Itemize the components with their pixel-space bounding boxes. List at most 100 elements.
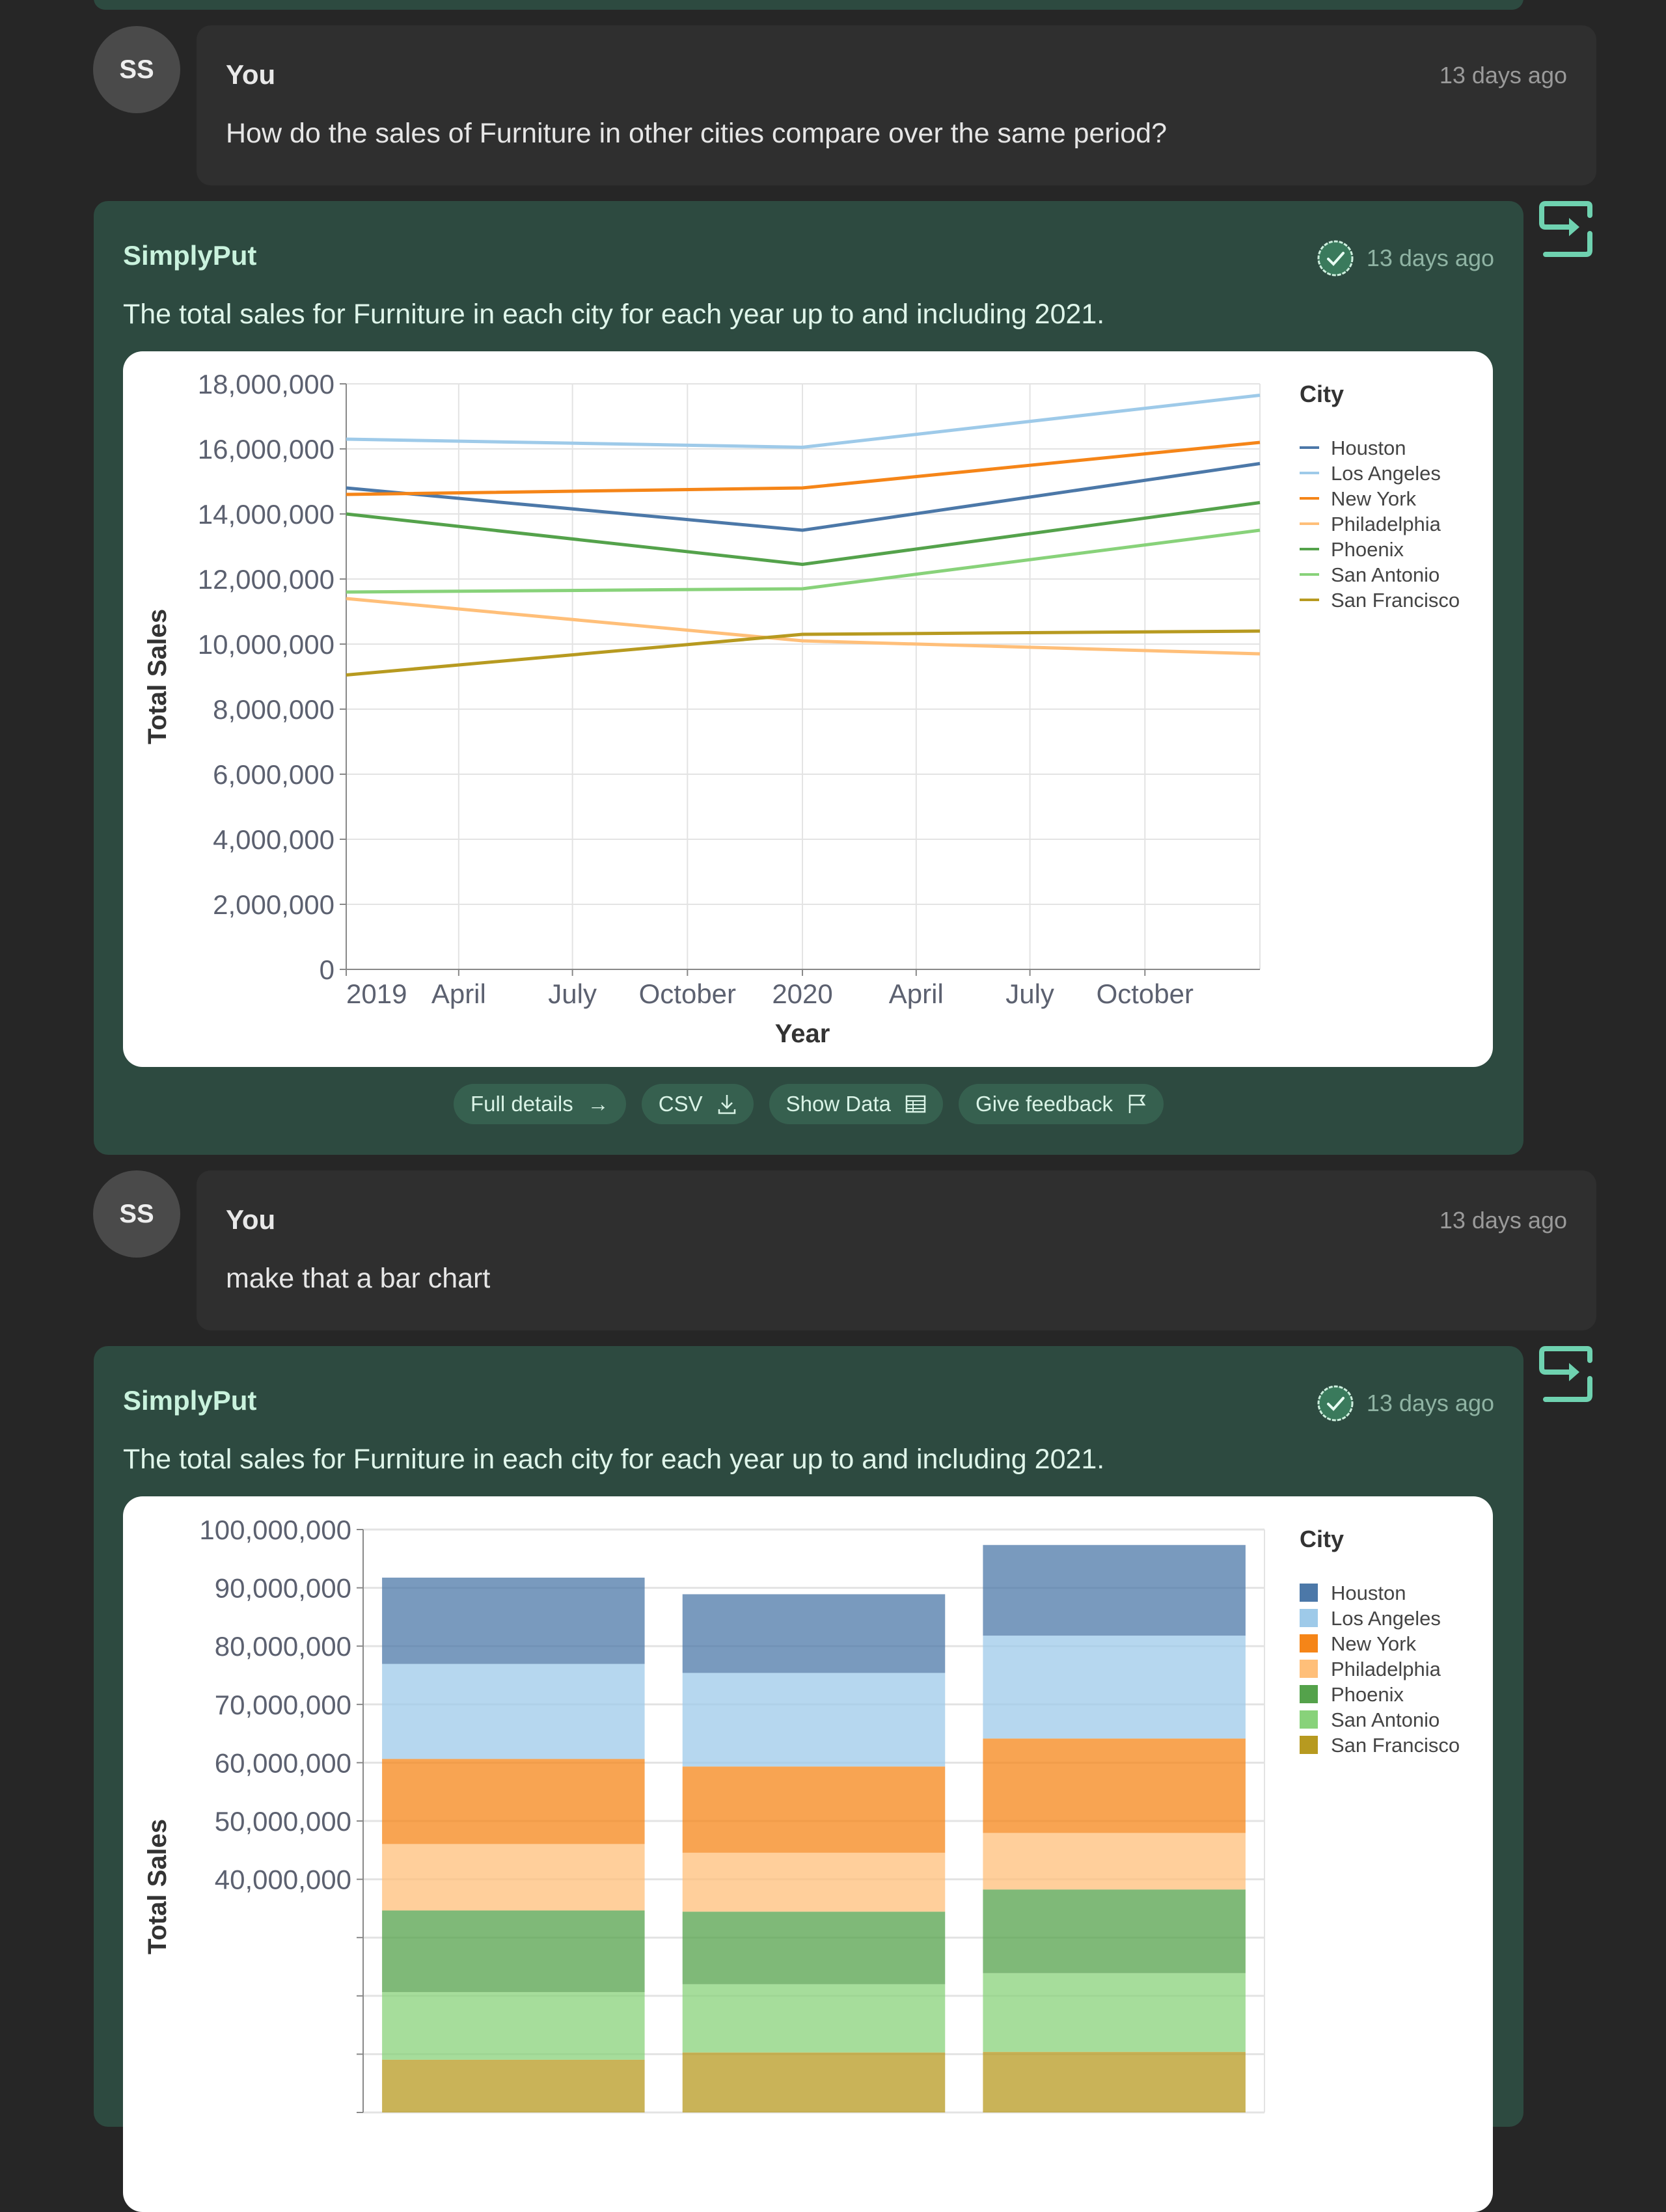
download-icon [718,1095,735,1114]
legend-label: San Antonio [1331,563,1440,586]
legend-symbol [1300,1634,1318,1652]
y-tick-label: 50,000,000 [215,1806,351,1837]
user-message: You 13 days ago How do the sales of Furn… [197,25,1596,185]
y-tick-label: 40,000,000 [215,1865,351,1895]
legend-symbol [1300,1609,1318,1627]
x-tick-label: April [431,978,486,1009]
csv-button[interactable]: CSV [641,1084,754,1124]
arrow-right-icon: → [587,1092,609,1116]
timestamp: 13 days ago [1316,1384,1494,1423]
bar-segment-phoenix [983,1889,1246,1973]
legend-symbol [1300,1736,1318,1754]
y-tick-label: 4,000,000 [213,824,335,855]
x-tick-label: July [1005,978,1054,1009]
check-badge-icon [1317,240,1354,276]
y-tick-label: 60,000,000 [215,1747,351,1778]
export-arrow-icon[interactable] [1539,1346,1594,1402]
y-tick-label: 8,000,000 [213,694,335,725]
legend-label: San Francisco [1331,1734,1460,1757]
timestamp: 13 days ago [1439,62,1567,88]
assistant-message: SimplyPut 13 days ago The total sales fo… [94,201,1523,1155]
y-tick-label: 80,000,000 [215,1631,351,1662]
sender-name: SimplyPut [123,1385,257,1416]
y-tick-label: 14,000,000 [198,499,335,530]
bar-segment-new-york [682,1766,946,1853]
full-details-button[interactable]: Full details → [454,1084,626,1124]
bar-segment-phoenix [382,1910,645,1992]
x-tick-label: 2019 [346,978,407,1009]
y-tick-label: 0 [320,954,335,985]
bar-segment-san-francisco [382,2059,645,2112]
bar-segment-new-york [983,1738,1246,1833]
previous-message-card [94,0,1523,10]
button-label: CSV [658,1092,703,1116]
line-chart: 2019 April July October 2020 April July October… [143,369,1460,1048]
check-badge-icon [1317,1385,1354,1422]
x-axis-label: Year [775,1019,830,1048]
bar-segment-phoenix [682,1911,946,1984]
bar-segment-philadelphia [682,1852,946,1912]
bar-chart: 40,000,000 50,000,000 60,000,000 70,000,000… [143,1515,1460,2114]
button-label: Show Data [785,1092,892,1116]
bar-segment-houston [382,1577,645,1664]
legend-title: City [1300,1526,1344,1552]
bar-segment-san-antonio [682,1984,946,2053]
message-text: The total sales for Furniture in each ci… [123,299,1105,330]
x-tick-label: October [1097,978,1194,1009]
y-tick-label: 16,000,000 [198,434,335,465]
legend-label: Los Angeles [1331,462,1441,485]
y-tick-label: 100,000,000 [199,1515,351,1545]
y-tick-label: 90,000,000 [215,1573,351,1604]
bar-segment-los-angeles [983,1636,1246,1739]
y-tick-label: 6,000,000 [213,759,335,790]
legend-symbol [1300,1584,1318,1602]
bar-segment-houston [983,1544,1246,1636]
bar-segment-san-francisco [983,2051,1246,2112]
x-tick-label: April [889,978,944,1009]
legend-symbol [1300,1710,1318,1729]
bar-segment-los-angeles [382,1664,645,1759]
legend-label: Houston [1331,437,1406,459]
y-tick-label: 2,000,000 [213,889,335,920]
x-tick-label: July [548,978,597,1009]
timestamp: 13 days ago [1439,1207,1567,1234]
export-arrow-icon[interactable] [1539,201,1594,257]
action-buttons: Full details → CSV Show Data Give feedbac… [94,1084,1523,1124]
bar-segment-san-antonio [382,1991,645,2060]
y-tick-label: 70,000,000 [215,1690,351,1720]
avatar: SS [93,1170,180,1258]
legend-label: New York [1331,487,1416,510]
legend-label: New York [1331,1632,1416,1655]
table-icon [905,1095,926,1113]
timestamp-text: 13 days ago [1366,1390,1494,1416]
legend-label: Philadelphia [1331,513,1441,535]
sender-name: You [226,59,276,90]
timestamp-text: 13 days ago [1366,245,1494,271]
button-label: Full details [471,1092,573,1116]
message-text: The total sales for Furniture in each ci… [123,1444,1105,1475]
bar-segment-houston [682,1594,946,1673]
sender-name: You [226,1204,276,1235]
y-tick-label: 18,000,000 [198,369,335,399]
y-tick-label: 10,000,000 [198,629,335,660]
bar-segment-philadelphia [983,1833,1246,1890]
give-feedback-button[interactable]: Give feedback [959,1084,1164,1124]
y-axis-label: Total Sales [143,1819,172,1954]
assistant-message: SimplyPut 13 days ago The total sales fo… [94,1346,1523,2212]
show-data-button[interactable]: Show Data [769,1084,944,1124]
x-tick-label: October [639,978,736,1009]
bar-segment-san-antonio [983,1973,1246,2052]
legend-label: Houston [1331,1582,1406,1604]
message-text: How do the sales of Furniture in other c… [226,118,1168,149]
legend-symbol [1300,1685,1318,1703]
legend-label: San Francisco [1331,589,1460,612]
bar-segment-san-francisco [682,2052,946,2112]
legend-title: City [1300,381,1344,407]
avatar: SS [93,26,180,113]
message-text: make that a bar chart [226,1263,491,1294]
line-chart-card: 2019 April July October 2020 April July October… [123,351,1493,1067]
sender-name: SimplyPut [123,240,257,271]
legend-label: Los Angeles [1331,1607,1441,1630]
y-tick-label: 12,000,000 [198,564,335,595]
user-message: You 13 days ago make that a bar chart [197,1170,1596,1330]
